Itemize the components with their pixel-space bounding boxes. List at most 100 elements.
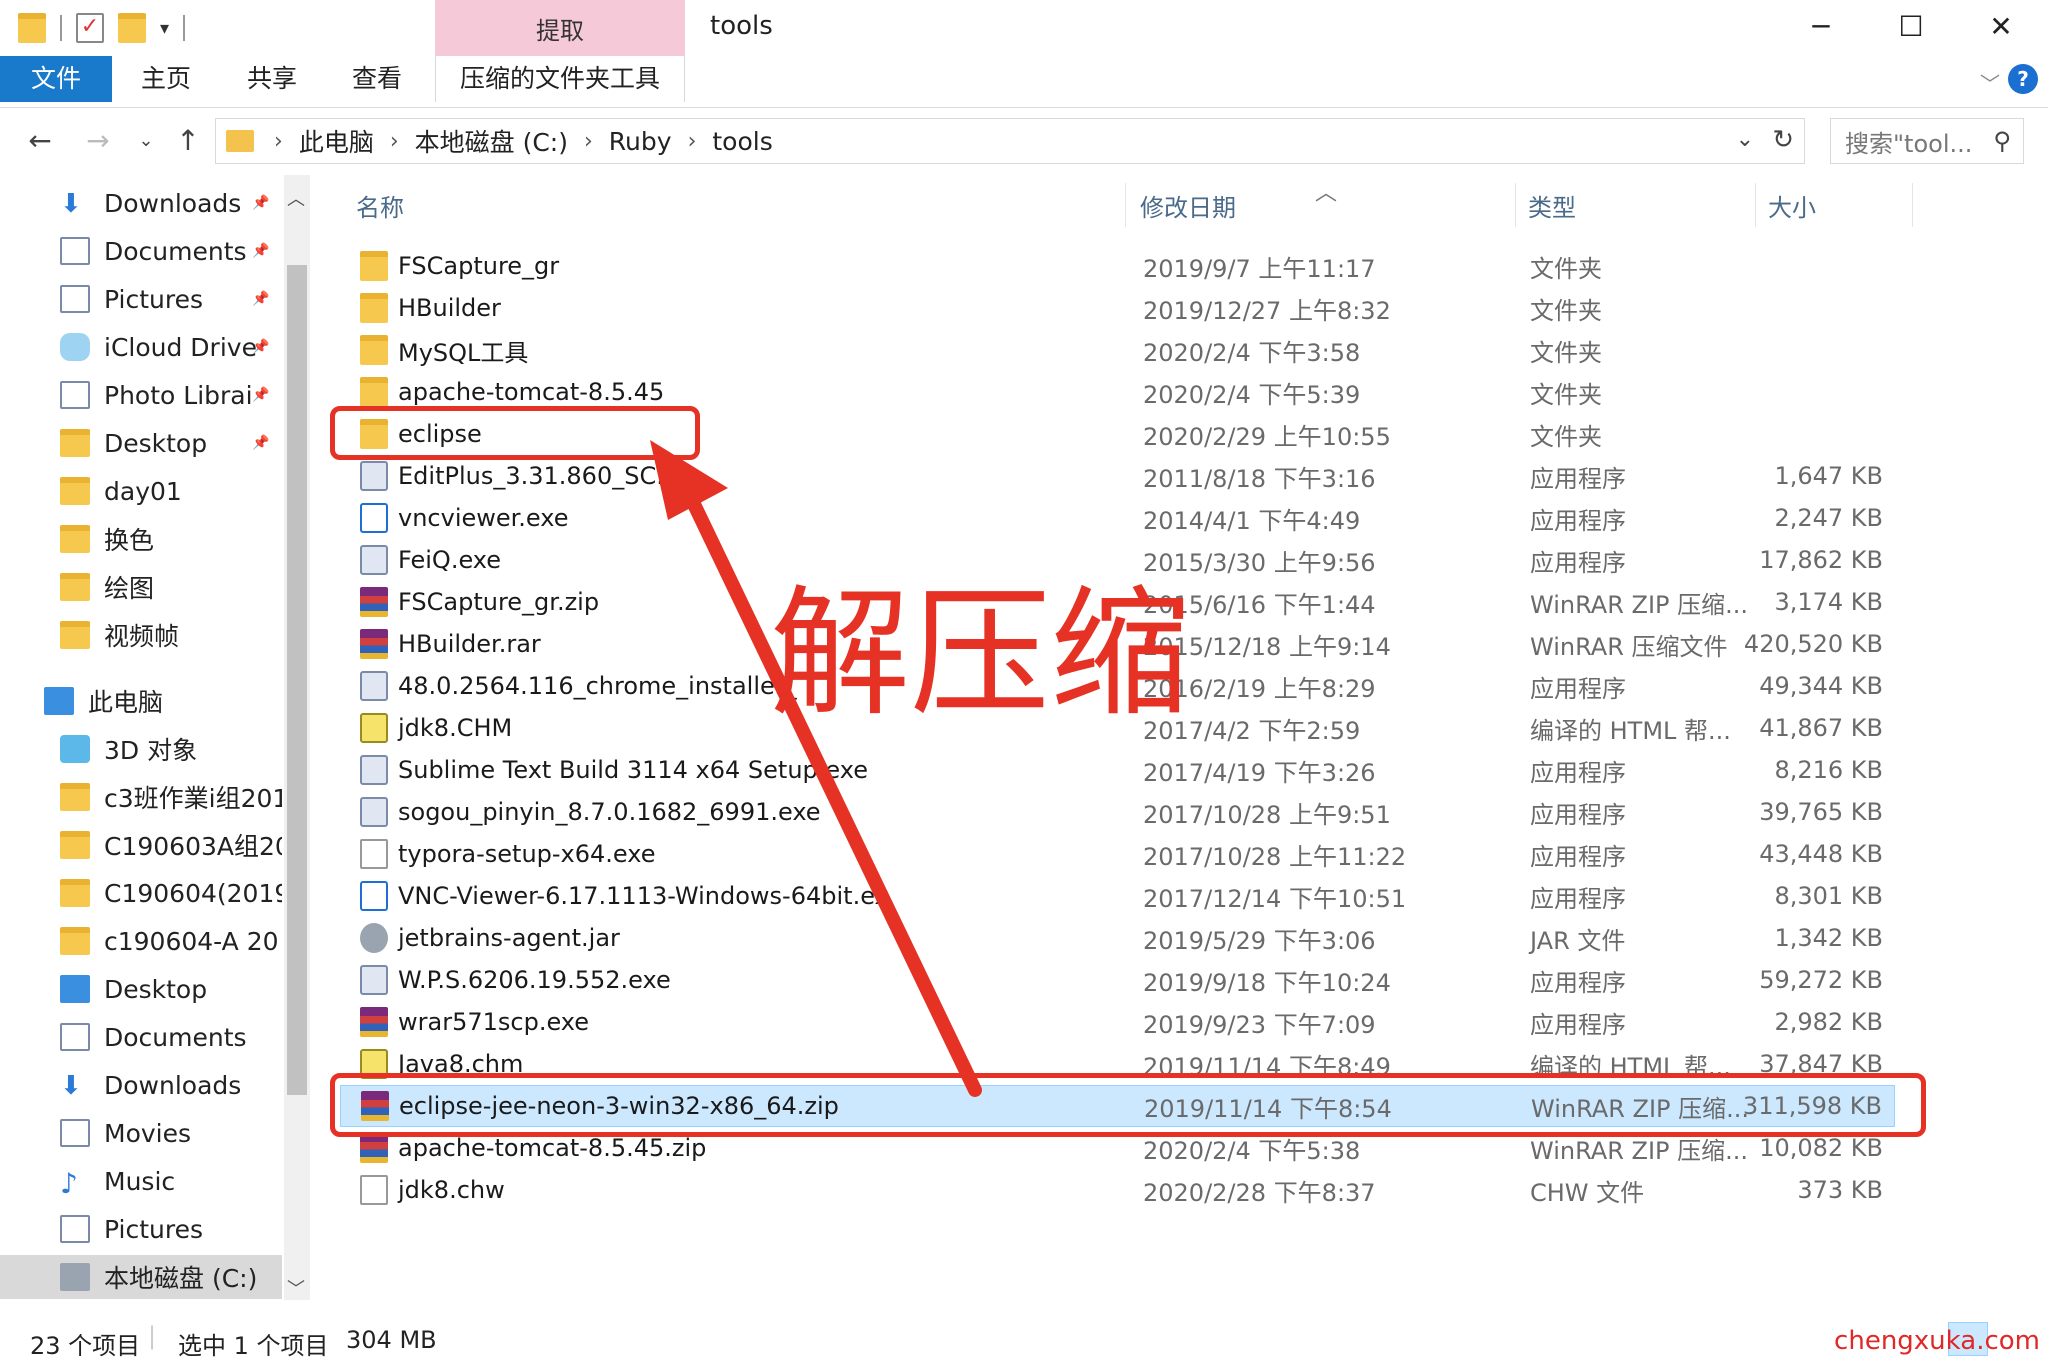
file-row[interactable]: EditPlus_3.31.860_SC.e 2011/8/18 下午3:16 应用… [340,455,1895,497]
exe-file-icon [360,797,388,827]
forward-arrow-icon[interactable]: → [78,120,118,160]
nav-item[interactable]: Desktop [0,967,282,1011]
file-date: 2019/9/23 下午7:09 [1143,1010,1376,1039]
file-row[interactable]: sogou_pinyin_8.7.0.1682_6991.exe 2017/10/… [340,791,1895,833]
file-size: 373 KB [1797,1176,1883,1204]
search-input[interactable]: 搜索"tool... ⚲ [1830,118,2024,164]
nav-item[interactable]: Desktop 📌 [0,421,282,465]
nav-item[interactable]: 本地磁盘 (C:) [0,1255,282,1299]
nav-item[interactable]: ⬇ Downloads 📌 [0,181,282,225]
file-row[interactable]: HBuilder 2019/12/27 上午8:32 文件夹 [340,287,1895,329]
extract-context-tab-header[interactable]: 提取 [435,0,685,56]
close-button[interactable]: ✕ [1956,0,2046,52]
tab-view[interactable]: 查看 [324,56,430,102]
column-header-size[interactable]: 大小 [1768,175,1816,235]
file-row[interactable]: jetbrains-agent.jar 2019/5/29 下午3:06 JAR 文… [340,917,1895,959]
pin-icon[interactable]: 📌 [252,435,269,451]
pin-icon[interactable]: 📌 [252,339,269,355]
minimize-button[interactable]: ─ [1776,0,1866,52]
customize-toolbar-chevron-icon[interactable]: ▾ [160,18,169,39]
nav-item[interactable]: 绘图 [0,565,282,609]
file-type: 应用程序 [1530,548,1626,577]
column-divider[interactable] [1125,183,1126,227]
nav-item[interactable]: Pictures 📌 [0,277,282,321]
file-row[interactable]: jdk8.chw 2020/2/28 下午8:37 CHW 文件 373 KB [340,1169,1895,1211]
breadcrumb-local-disk[interactable]: 本地磁盘 (C:) [415,123,568,159]
nav-item[interactable]: c190604-A 20 [0,919,282,963]
nav-item[interactable]: Pictures [0,1207,282,1251]
nav-item-label: iCloud Drive [104,332,257,362]
maximize-button[interactable]: ☐ [1866,0,1956,52]
tab-compressed-folder-tools[interactable]: 压缩的文件夹工具 [435,56,685,102]
nav-item[interactable]: 换色 [0,517,282,561]
nav-item[interactable]: Movies [0,1111,282,1155]
file-row[interactable]: vncviewer.exe 2014/4/1 下午4:49 应用程序 2,247 KB [340,497,1895,539]
file-row[interactable]: wrar571scp.exe 2019/9/23 下午7:09 应用程序 2,982 … [340,1001,1895,1043]
file-row[interactable]: W.P.S.6206.19.552.exe 2019/9/18 下午10:24 应用… [340,959,1895,1001]
nav-item[interactable]: C190604(2019 [0,871,282,915]
recent-locations-chevron-icon[interactable]: ⌄ [126,120,166,160]
search-icon[interactable]: ⚲ [1993,127,2011,155]
back-arrow-icon[interactable]: ← [20,120,60,160]
refresh-icon[interactable]: ↻ [1772,125,1794,155]
nav-item[interactable]: day01 [0,469,282,513]
file-row[interactable]: Sublime Text Build 3114 x64 Setup.exe 201… [340,749,1895,791]
file-row[interactable]: typora-setup-x64.exe 2017/10/28 上午11:22 应用… [340,833,1895,875]
folder-icon[interactable] [18,13,46,43]
file-date: 2020/2/4 下午3:58 [1143,338,1361,367]
up-arrow-icon[interactable]: ↑ [168,120,208,160]
pin-icon[interactable]: 📌 [252,243,269,259]
file-row[interactable]: VNC-Viewer-6.17.1113-Windows-64bit.ex 201… [340,875,1895,917]
selection-count: 选中 1 个项目 [178,1332,329,1360]
column-header-name[interactable]: 名称 [356,175,404,235]
address-dropdown-chevron-icon[interactable]: ⌄ [1736,127,1754,152]
nav-item[interactable]: 视频帧 [0,613,282,657]
nav-item[interactable]: ⬇ Downloads [0,1063,282,1107]
scroll-down-chevron-icon[interactable]: ﹀ [287,1275,305,1300]
file-row[interactable]: apache-tomcat-8.5.45.zip 2020/2/4 下午5:38 W… [340,1127,1895,1169]
help-icon[interactable]: ? [2008,64,2038,94]
column-divider[interactable] [1912,183,1913,227]
file-type: WinRAR 压缩文件 [1530,632,1728,661]
folder-icon [60,783,90,811]
file-row[interactable]: FSCapture_gr 2019/9/7 上午11:17 文件夹 [340,245,1895,287]
file-row[interactable]: apache-tomcat-8.5.45 2020/2/4 下午5:39 文件夹 [340,371,1895,413]
nav-item[interactable]: 此电脑 [0,679,282,723]
nav-scrollbar-thumb[interactable] [287,265,307,1095]
file-row[interactable]: Java8.chm 2019/11/14 下午8:49 编译的 HTML 帮... 3… [340,1043,1895,1085]
scroll-up-chevron-icon[interactable]: ︿ [287,185,305,211]
breadcrumb-ruby[interactable]: Ruby [609,127,672,156]
tab-share[interactable]: 共享 [220,56,324,102]
nav-item[interactable]: 3D 对象 [0,727,282,771]
nav-item[interactable]: Documents 📌 [0,229,282,273]
column-header-type[interactable]: 类型 [1528,175,1576,235]
column-header-date[interactable]: 修改日期 [1140,175,1236,235]
breadcrumb-this-pc[interactable]: 此电脑 [299,123,374,159]
pin-icon[interactable]: 📌 [252,195,269,211]
file-name: W.P.S.6206.19.552.exe [398,966,671,994]
new-folder-icon[interactable] [118,13,146,43]
nav-item[interactable]: Documents [0,1015,282,1059]
pin-icon[interactable]: 📌 [252,291,269,307]
address-bar[interactable]: › 此电脑 › 本地磁盘 (C:) › Ruby › tools ⌄ ↻ [215,118,1805,164]
nav-scrollbar[interactable]: ︿ ﹀ [284,175,310,1300]
file-row[interactable]: MySQL工具 2020/2/4 下午3:58 文件夹 [340,329,1895,371]
nav-item[interactable]: ♪ Music [0,1159,282,1203]
file-row[interactable]: eclipse-jee-neon-3-win32-x86_64.zip 2019/… [340,1085,1895,1127]
column-divider[interactable] [1755,183,1756,227]
nav-item[interactable]: c3班作業i组201 [0,775,282,819]
column-divider[interactable] [1515,183,1516,227]
file-type: WinRAR ZIP 压缩... [1530,590,1749,619]
tab-file[interactable]: 文件 [0,56,112,102]
nav-item[interactable]: iCloud Drive 📌 [0,325,282,369]
expand-ribbon-chevron-icon[interactable]: ﹀ [1980,68,2000,97]
file-row[interactable]: eclipse 2020/2/29 上午10:55 文件夹 [340,413,1895,455]
breadcrumb-tools[interactable]: tools [712,127,772,156]
pin-icon[interactable]: 📌 [252,387,269,403]
nav-item[interactable]: Photo Librai 📌 [0,373,282,417]
nav-item[interactable]: C190603A组20 [0,823,282,867]
desktop-icon [60,975,90,1003]
tab-home[interactable]: 主页 [112,56,220,102]
properties-check-icon[interactable]: ✓ [76,13,104,43]
file-name: apache-tomcat-8.5.45.zip [398,1134,707,1162]
